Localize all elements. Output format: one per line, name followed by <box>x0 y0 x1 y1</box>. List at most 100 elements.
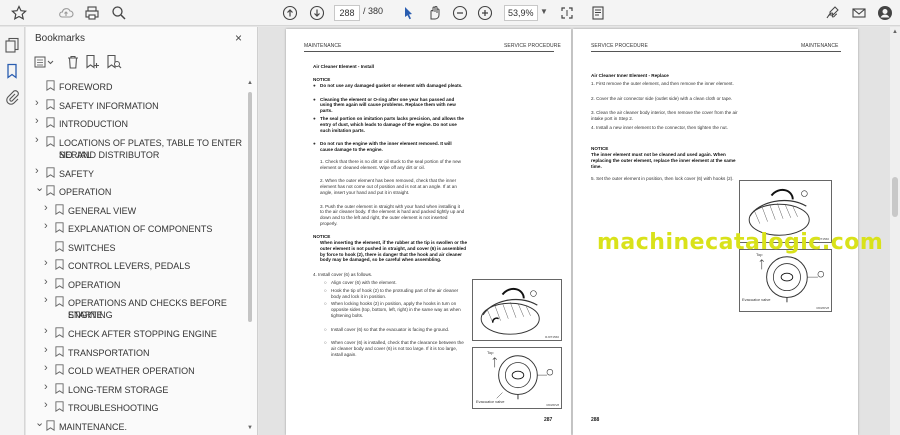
notice-heading: NOTICE <box>591 146 609 151</box>
select-cursor-icon[interactable] <box>399 4 417 22</box>
chevron-right-icon[interactable]: › <box>44 276 52 288</box>
bookmark-icon <box>55 401 65 413</box>
bookmark-icon <box>46 117 56 129</box>
email-icon[interactable] <box>850 4 868 22</box>
bookmark-label: SAFETY INFORMATION <box>59 100 159 111</box>
chevron-right-icon[interactable]: › <box>35 115 43 127</box>
text-block: 1. Check that there is no dirt or oil st… <box>320 159 461 170</box>
search-icon[interactable] <box>110 4 128 22</box>
text-block: 4. Install a new inner element to the co… <box>591 124 728 130</box>
page-number-input[interactable]: 288 <box>334 5 360 21</box>
chevron-right-icon[interactable]: › <box>44 202 52 214</box>
bullet-icon: ○ <box>324 340 327 346</box>
scroll-thumb[interactable] <box>248 92 252 322</box>
document-scrollbar[interactable]: ▲ <box>890 27 900 435</box>
page-number: 287 <box>544 417 553 423</box>
chevron-right-icon[interactable]: › <box>35 165 43 177</box>
chevron-down-icon[interactable]: ⌄ <box>35 416 44 429</box>
notice-heading: NOTICE <box>313 77 331 82</box>
chevron-right-icon[interactable]: › <box>35 97 43 109</box>
bookmark-icon <box>55 203 65 216</box>
bookmark-label-continued: NO. AND DISTRIBUTOR <box>59 149 160 160</box>
page-display-icon[interactable] <box>589 4 607 22</box>
chevron-right-icon[interactable]: › <box>44 399 52 411</box>
bookmark-icon <box>46 98 56 111</box>
bookmark-label: TRANSPORTATION <box>68 347 150 358</box>
bookmark-icon <box>55 296 65 308</box>
bookmark-icon <box>55 364 65 376</box>
scroll-down-icon[interactable]: ▼ <box>247 425 253 431</box>
next-page-icon[interactable] <box>308 4 326 22</box>
bookmark-options-icon[interactable] <box>34 54 54 70</box>
section-title: Air Cleaner Inner Element - Replace <box>591 73 669 78</box>
zoom-in-icon[interactable] <box>476 4 494 22</box>
scroll-thumb[interactable] <box>892 177 898 217</box>
account-icon[interactable] <box>876 4 894 22</box>
toolbar: 288 / 380 53,9% ▼ <box>0 0 900 26</box>
bullet-icon: ● <box>313 96 316 102</box>
zoom-level-input[interactable]: 53,9% <box>504 5 538 21</box>
bullet-icon: ● <box>313 141 316 147</box>
cloud-upload-icon[interactable] <box>57 4 75 22</box>
page-header-left: MAINTENANCE <box>304 43 342 49</box>
text-block: 2. Cover the air connector side (outlet … <box>591 95 733 101</box>
bookmark-label: INTRODUCTION <box>59 119 128 129</box>
text-block: When locking hooks (2) in position, appl… <box>331 301 461 318</box>
figure-callout: Evacuator valve <box>476 399 505 404</box>
text-block: Do not run the engine with the inner ele… <box>320 141 452 152</box>
text-block: 1. First remove the outer element, and t… <box>591 81 734 86</box>
bookmark-icon <box>55 222 65 234</box>
figure-caption: RDW0V8 <box>546 403 559 407</box>
chevron-right-icon[interactable]: › <box>44 220 52 232</box>
bookmark-label: CHECK AFTER STOPPING ENGINE <box>68 329 217 339</box>
find-bookmark-icon[interactable] <box>106 54 122 70</box>
hand-tool-icon[interactable] <box>425 4 443 22</box>
chevron-right-icon[interactable]: › <box>44 381 52 393</box>
zoom-dropdown-icon[interactable]: ▼ <box>540 7 548 16</box>
scroll-up-icon[interactable]: ▲ <box>247 80 253 86</box>
text-block: 3. Clean the air cleaner body interior, … <box>591 110 738 121</box>
text-block: Hook the tip of hook (2) to the protrudi… <box>331 287 459 299</box>
text-block: The seal portion on imitation parts lack… <box>320 116 464 133</box>
bookmark-label: OPERATION <box>59 187 112 197</box>
text-block: Cleaning the element or O-ring after one… <box>320 96 456 114</box>
chevron-right-icon[interactable]: › <box>44 257 52 269</box>
bookmark-label: GENERAL VIEW <box>68 205 137 216</box>
delete-bookmark-icon[interactable] <box>65 54 81 70</box>
step-4: 4. Install cover (6) as follows. <box>313 272 373 277</box>
bookmark-icon <box>46 135 56 148</box>
text-block: Install cover (6) so that the evacuator … <box>331 326 450 332</box>
bookmark-label: CONTROL LEVERS, PEDALS <box>68 261 191 271</box>
bookmark-label: OPERATION <box>68 279 121 290</box>
prev-page-icon[interactable] <box>281 4 299 22</box>
figure-caption: RDW0V8 <box>816 306 829 310</box>
chevron-right-icon[interactable]: › <box>44 362 52 374</box>
chevron-right-icon[interactable]: › <box>44 294 52 306</box>
bullet-icon: ○ <box>324 326 327 332</box>
attachments-icon[interactable] <box>4 89 21 106</box>
pages-icon[interactable] <box>4 37 21 54</box>
notice-text-2: When inserting the element, if the rubbe… <box>320 240 468 263</box>
chevron-right-icon[interactable]: › <box>44 325 52 337</box>
document-page-287: MAINTENANCE SERVICE PROCEDURE Air Cleane… <box>286 29 571 435</box>
chevron-down-icon[interactable]: ⌄ <box>35 181 44 194</box>
star-icon[interactable] <box>10 4 28 22</box>
bookmark-icon <box>55 327 65 339</box>
bullet-icon: ● <box>313 83 316 88</box>
bookmark-label: SAFETY <box>59 168 95 179</box>
close-panel-icon[interactable]: × <box>235 31 242 45</box>
chevron-right-icon[interactable]: › <box>35 134 43 146</box>
bookmark-label-continued: ENGINE <box>68 310 103 320</box>
print-icon[interactable] <box>83 4 101 22</box>
bookmark-scrollbar[interactable]: ▲ ▼ <box>246 80 254 435</box>
sign-icon[interactable] <box>824 4 842 22</box>
document-viewer[interactable]: MAINTENANCE SERVICE PROCEDURE Air Cleane… <box>259 27 900 435</box>
chevron-right-icon[interactable]: › <box>44 344 52 356</box>
bookmark-icon <box>46 185 56 197</box>
bookmarks-icon[interactable] <box>4 63 21 80</box>
scroll-up-icon[interactable]: ▲ <box>892 29 898 35</box>
new-bookmark-icon[interactable] <box>84 54 100 70</box>
fit-page-icon[interactable] <box>558 4 576 22</box>
figure-top-label: Top <box>487 350 494 355</box>
zoom-out-icon[interactable] <box>451 4 469 22</box>
